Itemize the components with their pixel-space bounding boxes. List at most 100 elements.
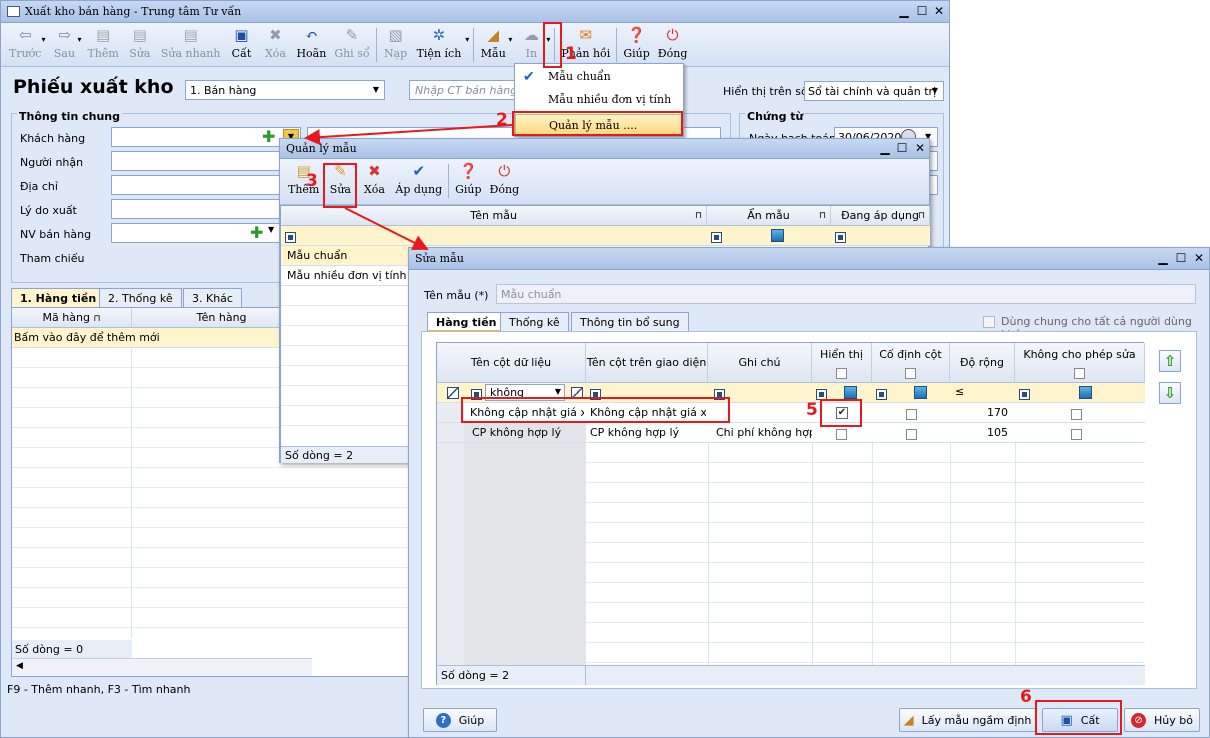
- col-data-column[interactable]: Tên cột dữ liệu: [437, 343, 586, 383]
- reason-input[interactable]: [111, 199, 281, 219]
- help-button[interactable]: ❓ Giúp: [619, 23, 653, 60]
- filter-icon[interactable]: [876, 387, 887, 400]
- table-row[interactable]: CP không hợp lý CP không hợp lý Chi phí …: [437, 423, 1145, 443]
- ql-delete-button[interactable]: ✖ Xóa: [357, 159, 391, 196]
- menu-item-standard[interactable]: ✔ Mẫu chuẩn: [515, 66, 683, 88]
- undo-button[interactable]: ↶ Hoãn: [292, 23, 330, 60]
- minimize-icon[interactable]: ▁: [1155, 251, 1171, 265]
- display-select[interactable]: Sổ tài chính và quản trị ▼: [804, 81, 944, 101]
- width-filter-operator[interactable]: ≤: [955, 385, 964, 398]
- close-icon[interactable]: ✕: [912, 141, 928, 155]
- filter-icon[interactable]: [285, 230, 296, 243]
- checkbox-filter-icon[interactable]: [914, 386, 927, 399]
- readonly-checkbox[interactable]: [1071, 407, 1082, 420]
- checkbox-filter-icon[interactable]: [771, 229, 784, 242]
- add-button[interactable]: ▤ Thêm: [84, 23, 123, 60]
- cell-note[interactable]: Chi phí không hợp: [716, 426, 812, 439]
- prev-button[interactable]: ⇦ Trước: [5, 23, 45, 60]
- menu-item-multi-unit[interactable]: Mẫu nhiều đơn vị tính: [515, 89, 683, 111]
- move-up-icon[interactable]: ⇧: [1159, 350, 1181, 372]
- move-down-icon[interactable]: ⇩: [1159, 382, 1181, 404]
- chevron-down-icon[interactable]: ▾: [77, 35, 81, 44]
- col-applied[interactable]: Đang áp dụng ⊓: [831, 206, 930, 226]
- close-icon[interactable]: ✕: [931, 4, 947, 18]
- address-input[interactable]: [111, 175, 281, 195]
- cell-width[interactable]: 170: [950, 406, 1008, 419]
- readonly-checkbox[interactable]: [1071, 427, 1082, 440]
- load-button[interactable]: ▧ Nạp: [379, 23, 413, 60]
- show-all-checkbox[interactable]: [836, 367, 847, 379]
- fixed-checkbox[interactable]: [906, 427, 917, 440]
- filter-icon[interactable]: [835, 230, 846, 243]
- readonly-all-checkbox[interactable]: [1074, 367, 1085, 379]
- col-show[interactable]: Hiển thị: [812, 343, 872, 383]
- post-button[interactable]: ✎ Ghi sổ: [330, 23, 373, 60]
- filter-icon[interactable]: [1019, 387, 1030, 400]
- add-new-row[interactable]: Bấm vào đây để thêm mới: [12, 328, 312, 348]
- minimize-icon[interactable]: ▁: [877, 141, 893, 155]
- horizontal-scrollbar[interactable]: ◀: [12, 658, 312, 676]
- sales-voucher-input[interactable]: Nhập CT bán hàng: [409, 80, 519, 100]
- ql-help-button[interactable]: ❓ Giúp: [451, 159, 485, 196]
- utilities-button[interactable]: ✲ Tiện ích: [413, 23, 466, 60]
- customer-input[interactable]: ✚ ▼: [111, 127, 301, 147]
- voucher-type-select[interactable]: 1. Bán hàng ▼: [185, 80, 385, 100]
- col-template-name[interactable]: Tên mẫu ⊓: [281, 206, 707, 226]
- chevron-down-icon[interactable]: ▼: [555, 387, 561, 396]
- col-width[interactable]: Độ rộng: [950, 343, 1015, 383]
- close-icon[interactable]: ✕: [1191, 251, 1207, 265]
- checkbox-filter-icon[interactable]: [1079, 386, 1092, 399]
- show-checkbox[interactable]: [836, 427, 847, 440]
- chevron-down-icon[interactable]: ▼: [927, 82, 943, 100]
- ql-close-button[interactable]: ⏻ Đóng: [486, 159, 524, 196]
- tab-statistics[interactable]: 2. Thống kê: [99, 288, 182, 308]
- tab-goods[interactable]: 1. Hàng tiền: [11, 288, 106, 308]
- checkbox-filter-icon[interactable]: [844, 386, 857, 399]
- maximize-icon[interactable]: ☐: [1173, 251, 1189, 265]
- clear-filter-icon[interactable]: [447, 387, 459, 399]
- add-icon[interactable]: ✚: [250, 224, 263, 242]
- col-fixed[interactable]: Cố định cột: [872, 343, 950, 383]
- default-template-button[interactable]: ◢ Lấy mẫu ngầm định: [899, 708, 1036, 732]
- ql-row-multi-unit[interactable]: Mẫu nhiều đơn vị tính: [281, 266, 411, 286]
- scroll-left-icon[interactable]: ◀: [16, 661, 23, 671]
- delete-button[interactable]: ✖ Xóa: [258, 23, 292, 60]
- share-checkbox[interactable]: [983, 316, 995, 328]
- sm-tab-additional[interactable]: Thông tin bổ sung: [571, 312, 689, 332]
- minimize-icon[interactable]: ▁: [896, 4, 912, 18]
- template-dropdown-arrow[interactable]: ▾: [508, 35, 512, 44]
- chevron-down-icon[interactable]: ▼: [368, 81, 384, 99]
- col-item-code[interactable]: Mã hàng ⊓: [12, 308, 132, 328]
- ql-row-standard[interactable]: Mẫu chuẩn: [281, 246, 411, 266]
- add-icon[interactable]: ✚: [262, 128, 275, 146]
- col-hidden[interactable]: Ẩn mẫu ⊓: [707, 206, 831, 226]
- tab-other[interactable]: 3. Khác: [183, 288, 242, 308]
- col-note[interactable]: Ghi chú: [708, 343, 812, 383]
- quick-edit-button[interactable]: ▤ Sửa nhanh: [157, 23, 225, 60]
- ql-apply-button[interactable]: ✔ Áp dụng: [391, 159, 446, 196]
- edit-button[interactable]: ▤ Sửa: [123, 23, 157, 60]
- template-name-input[interactable]: Mẫu chuẩn: [496, 284, 1196, 304]
- sm-help-button[interactable]: ? Giúp: [423, 708, 497, 732]
- save-button[interactable]: ▣ Cất: [224, 23, 258, 60]
- receiver-input[interactable]: [111, 151, 281, 171]
- fixed-checkbox[interactable]: [906, 407, 917, 420]
- col-readonly[interactable]: Không cho phép sửa: [1015, 343, 1145, 383]
- cell-width[interactable]: 105: [950, 426, 1008, 439]
- maximize-icon[interactable]: ☐: [894, 141, 910, 155]
- template-button[interactable]: ◢ Mẫu: [476, 23, 510, 60]
- chevron-down-icon[interactable]: ▼: [268, 225, 274, 234]
- salesperson-input[interactable]: ✚ ▼: [111, 223, 281, 243]
- sm-tab-statistics[interactable]: Thống kê: [500, 312, 569, 332]
- cell-ui-column[interactable]: CP không hợp lý: [590, 426, 706, 439]
- next-button[interactable]: ⇨ Sau: [47, 23, 81, 60]
- fixed-all-checkbox[interactable]: [905, 367, 916, 379]
- col-ui-column[interactable]: Tên cột trên giao diện: [586, 343, 708, 383]
- filter-icon[interactable]: [711, 230, 722, 243]
- sm-tab-goods[interactable]: Hàng tiền: [427, 312, 506, 332]
- chevron-down-icon[interactable]: ▾: [465, 35, 469, 44]
- sm-cancel-button[interactable]: ⊘ Hủy bỏ: [1124, 708, 1200, 732]
- maximize-icon[interactable]: ☐: [914, 4, 930, 18]
- close-button[interactable]: ⏻ Đóng: [654, 23, 692, 60]
- chevron-down-icon[interactable]: ▾: [41, 35, 45, 44]
